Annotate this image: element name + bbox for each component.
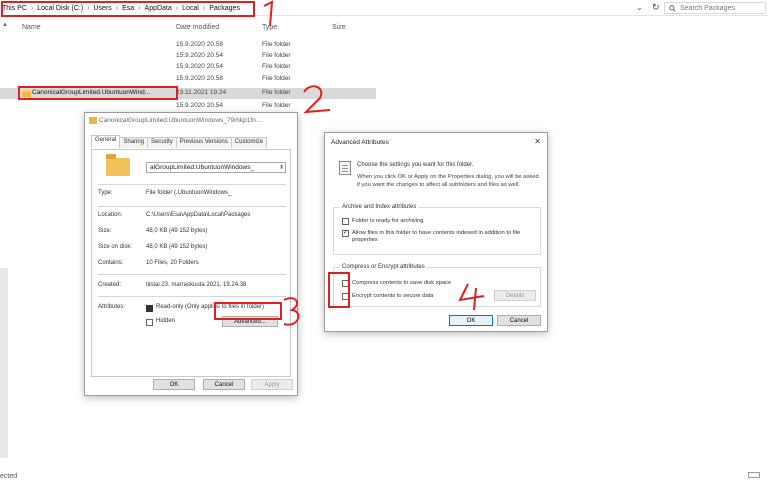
- cancel-button[interactable]: Cancel: [203, 379, 245, 390]
- file-date: 15.9.2020 20.54: [176, 52, 223, 59]
- divider: [98, 206, 286, 207]
- dialog-title: Advanced Attributes: [331, 139, 389, 146]
- refresh-icon[interactable]: ↻: [652, 2, 660, 13]
- table-row[interactable]: 15.9.2020 20.54 File folder: [0, 62, 376, 73]
- property-row-contains: Contains: 10 Files, 20 Folders: [98, 260, 288, 270]
- property-label: Size:: [98, 228, 112, 234]
- advanced-attributes-dialog: Advanced Attributes ✕ Choose the setting…: [324, 132, 548, 332]
- tab-general[interactable]: General: [91, 135, 121, 148]
- property-value: 10 Files, 20 Folders: [146, 260, 199, 266]
- file-date: 15.9.2020 20.54: [176, 63, 223, 70]
- tab-security[interactable]: Security: [147, 137, 177, 148]
- apply-button[interactable]: Apply: [251, 379, 293, 390]
- file-type: File folder: [262, 75, 291, 82]
- divider: [98, 274, 286, 275]
- file-type: File folder: [262, 63, 291, 70]
- properties-dialog: CanonicalGroupLimited.UbuntuonWindows_79…: [84, 112, 298, 396]
- dialog-title: CanonicalGroupLimited.UbuntuonWindows_79…: [99, 117, 262, 124]
- group-title: Compress or Encrypt attributes: [340, 264, 427, 270]
- column-headers: Name Date modified Type Size: [0, 22, 420, 34]
- archive-index-group: Archive and Index attributes Folder is r…: [333, 204, 541, 255]
- annotation-number-3: [283, 297, 300, 326]
- archiving-label: Folder is ready for archiving: [352, 218, 424, 224]
- folder-name-value: alGroupLimited.UbuntuonWindows_: [150, 164, 255, 171]
- annotation-box-folder: [18, 86, 178, 100]
- tab-sharing[interactable]: Sharing: [119, 137, 149, 148]
- cancel-button[interactable]: Cancel: [497, 315, 541, 326]
- column-header-size[interactable]: Size: [332, 24, 346, 31]
- ok-button[interactable]: OK: [153, 379, 195, 390]
- document-icon: [339, 161, 351, 175]
- encrypt-label: Encrypt contents to secure data: [352, 293, 434, 299]
- indexing-label: Allow files in this folder to have conte…: [352, 230, 521, 243]
- file-type: File folder: [262, 41, 291, 48]
- view-toggle-icon[interactable]: [748, 472, 760, 478]
- property-label: Contains:: [98, 260, 124, 266]
- scrollbar[interactable]: [0, 268, 8, 458]
- file-date: 15.9.2020 20.58: [176, 41, 223, 48]
- details-button[interactable]: Details: [494, 290, 536, 301]
- file-type: File folder: [262, 52, 291, 59]
- tab-panel-general: alGroupLimited.UbuntuonWindows_ ▮ Type: …: [91, 149, 291, 377]
- status-bar-text: ected: [0, 473, 18, 480]
- table-row[interactable]: 15.9.2020 20.58 File folder: [0, 40, 376, 51]
- column-header-name[interactable]: Name: [22, 24, 41, 31]
- property-value: tiistai 23. marraskuuta 2021, 19.24.38: [146, 282, 247, 288]
- file-type: File folder: [262, 89, 291, 96]
- close-icon[interactable]: ✕: [534, 137, 541, 146]
- attributes-label: Attributes:: [98, 304, 126, 310]
- search-icon: [669, 4, 676, 12]
- tab-previous-versions[interactable]: Previous Versions: [175, 137, 232, 148]
- annotation-box-breadcrumb: [1, 1, 255, 17]
- tab-customize[interactable]: Customize: [230, 137, 268, 148]
- annotation-number-1: [263, 0, 274, 27]
- compress-encrypt-group: Compress or Encrypt attributes Compress …: [333, 264, 541, 307]
- annotation-number-2: [303, 85, 331, 114]
- text-cursor-icon: ▮: [280, 164, 283, 170]
- property-value: 48,0 KB (49 152 bytes): [146, 244, 208, 250]
- search-input[interactable]: [680, 4, 760, 12]
- property-row-size-on-disk: Size on disk: 48,0 KB (49 152 bytes): [98, 244, 288, 254]
- file-type: File folder: [262, 102, 291, 109]
- property-value: File folder (.UbuntuonWindows_: [146, 190, 232, 196]
- chevron-down-icon[interactable]: ⌄: [636, 3, 643, 12]
- hidden-label: Hidden: [156, 318, 176, 324]
- file-date: 15.9.2020 20.54: [176, 102, 223, 109]
- intro-text: Choose the settings you want for this fo…: [357, 162, 474, 168]
- archiving-checkbox[interactable]: [342, 218, 349, 225]
- property-row-type: Type: File folder (.UbuntuonWindows_: [98, 190, 288, 200]
- file-date: 23.11.2021 19.24: [176, 89, 227, 96]
- property-row-created: Created: tiistai 23. marraskuuta 2021, 1…: [98, 282, 288, 292]
- folder-name-field[interactable]: alGroupLimited.UbuntuonWindows_ ▮: [146, 162, 286, 173]
- annotation-number-4: [458, 283, 485, 311]
- readonly-checkbox[interactable]: [146, 305, 153, 312]
- property-label: Location:: [98, 212, 123, 218]
- divider: [98, 296, 286, 297]
- folder-icon: [106, 154, 130, 176]
- property-row-location: Location: C:\Users\Esa\AppData\Local\Pac…: [98, 212, 288, 222]
- hidden-checkbox[interactable]: [146, 319, 153, 326]
- table-row[interactable]: 15.9.2020 20.54 File folder: [0, 51, 376, 62]
- search-box[interactable]: [664, 2, 766, 14]
- intro-detail-text: When you click OK or Apply on the Proper…: [357, 174, 539, 188]
- column-header-date[interactable]: Date modified: [176, 24, 219, 31]
- annotation-box-advanced: [214, 302, 282, 320]
- annotation-box-compress: [328, 272, 350, 308]
- property-value: C:\Users\Esa\AppData\Local\Packages: [146, 212, 251, 218]
- ok-button[interactable]: OK: [449, 315, 493, 326]
- compress-label: Compress contents to save disk space: [352, 280, 452, 286]
- folder-icon: [89, 117, 97, 124]
- indexing-checkbox[interactable]: [342, 229, 349, 237]
- property-label: Type:: [98, 190, 113, 196]
- divider: [98, 184, 286, 185]
- group-title: Archive and Index attributes: [340, 204, 419, 210]
- property-label: Created:: [98, 282, 122, 288]
- property-value: 48,0 KB (49 152 bytes): [146, 228, 208, 234]
- file-date: 15.9.2020 20.58: [176, 75, 223, 82]
- property-row-size: Size: 48,0 KB (49 152 bytes): [98, 228, 288, 238]
- property-label: Size on disk:: [98, 244, 133, 250]
- tab-bar: General Sharing Security Previous Versio…: [91, 135, 268, 149]
